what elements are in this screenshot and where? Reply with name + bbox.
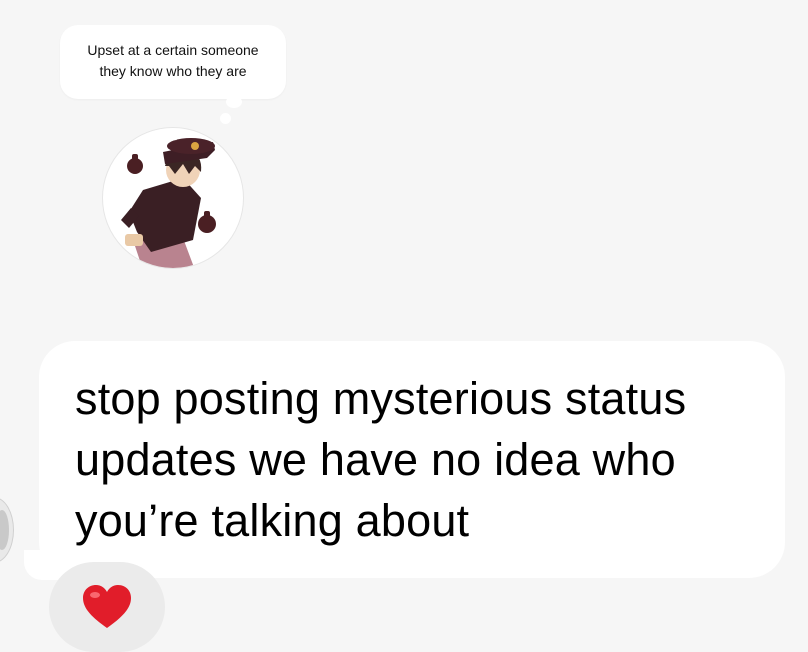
profile-avatar[interactable] bbox=[102, 127, 244, 269]
status-text-line-1: Upset at a certain someone bbox=[87, 42, 259, 58]
heart-icon bbox=[83, 585, 131, 628]
anime-character-avatar bbox=[121, 128, 216, 268]
message-bubble[interactable]: stop posting mysterious status updates w… bbox=[39, 341, 785, 578]
message-bubble-tail bbox=[24, 550, 64, 580]
thought-bubble-dot-small bbox=[220, 113, 231, 124]
thought-bubble-dot bbox=[226, 96, 242, 108]
message-text: stop posting mysterious status updates w… bbox=[75, 373, 687, 546]
status-bubble[interactable]: Upset at a certain someone they know who… bbox=[60, 25, 286, 99]
sender-avatar[interactable] bbox=[0, 497, 14, 563]
sender-avatar-image bbox=[0, 510, 9, 550]
status-text-line-2: they know who they are bbox=[99, 63, 247, 79]
